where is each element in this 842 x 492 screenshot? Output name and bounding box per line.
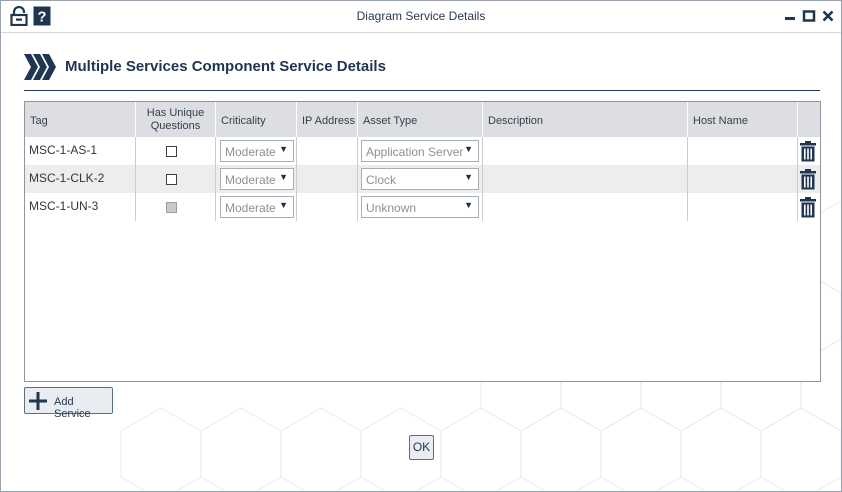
column-header-unique-line2: Questions: [150, 120, 201, 132]
maximize-icon[interactable]: [802, 9, 816, 23]
unique-questions-checkbox: [166, 202, 177, 213]
description-cell[interactable]: [484, 165, 688, 193]
trash-icon[interactable]: [799, 169, 817, 190]
dropdown-arrow-icon: ▼: [464, 172, 473, 182]
window-title: Diagram Service Details: [356, 9, 486, 23]
column-header-asset-type[interactable]: Asset Type: [358, 102, 483, 137]
column-header-tag[interactable]: Tag: [25, 102, 136, 137]
dropdown-arrow-icon: ▼: [279, 200, 288, 210]
column-header-host-name[interactable]: Host Name: [688, 102, 798, 137]
title-bar: ? Diagram Service Details: [1, 1, 841, 33]
asset-type-dropdown[interactable]: Application Server ▼: [361, 140, 479, 162]
chevrons-logo: [24, 54, 56, 80]
column-header-ip-address[interactable]: IP Address: [297, 102, 358, 137]
dropdown-arrow-icon: ▼: [464, 200, 473, 210]
asset-type-dropdown[interactable]: Clock ▼: [361, 168, 479, 190]
dialog-content: Multiple Services Component Service Deta…: [1, 32, 841, 491]
add-service-button[interactable]: Add Service: [24, 387, 113, 420]
table-row[interactable]: MSC-1-CLK-2 Moderate ▼ Clock ▼: [25, 165, 820, 193]
host-name-cell[interactable]: [689, 165, 798, 193]
unique-questions-checkbox[interactable]: [166, 174, 177, 185]
column-header-description[interactable]: Description: [483, 102, 688, 137]
dropdown-arrow-icon: ▼: [464, 144, 473, 154]
dropdown-arrow-icon: ▼: [279, 172, 288, 182]
table-row[interactable]: MSC-1-UN-3 Moderate ▼ Unknown ▼: [25, 193, 820, 221]
description-cell[interactable]: [484, 193, 688, 221]
column-separator: [296, 137, 297, 221]
tag-cell[interactable]: MSC-1-UN-3: [25, 193, 136, 221]
close-icon[interactable]: [821, 9, 835, 23]
description-cell[interactable]: [484, 137, 688, 165]
criticality-dropdown[interactable]: Moderate ▼: [220, 196, 294, 218]
column-separator: [482, 137, 483, 221]
dropdown-arrow-icon: ▼: [279, 144, 288, 154]
asset-type-dropdown[interactable]: Unknown ▼: [361, 196, 479, 218]
tag-cell[interactable]: MSC-1-CLK-2: [25, 165, 136, 193]
add-service-label: Add Service: [54, 396, 91, 420]
tag-cell[interactable]: MSC-1-AS-1: [25, 137, 136, 165]
ip-address-cell[interactable]: [298, 165, 358, 193]
ip-address-cell[interactable]: [298, 193, 358, 221]
criticality-dropdown[interactable]: Moderate ▼: [220, 168, 294, 190]
page-title: Multiple Services Component Service Deta…: [65, 58, 386, 75]
table-header: Tag Has Unique Questions Criticality IP A…: [25, 102, 820, 137]
dialog-window: ? Diagram Service Details Multiple Servi…: [0, 0, 842, 492]
host-name-cell[interactable]: [689, 137, 798, 165]
services-table: Tag Has Unique Questions Criticality IP A…: [24, 101, 821, 382]
column-header-actions: [798, 102, 820, 137]
column-header-unique-line1: Has Unique: [146, 107, 205, 119]
trash-icon[interactable]: [799, 141, 817, 162]
column-header-criticality[interactable]: Criticality: [216, 102, 297, 137]
minimize-icon[interactable]: [783, 9, 797, 23]
column-separator: [687, 137, 688, 221]
host-name-cell[interactable]: [689, 193, 798, 221]
header-divider: [24, 90, 820, 91]
unique-questions-checkbox[interactable]: [166, 146, 177, 157]
ip-address-cell[interactable]: [298, 137, 358, 165]
table-row[interactable]: MSC-1-AS-1 Moderate ▼ Application Server ▼: [25, 137, 820, 165]
column-header-unique-questions[interactable]: Has Unique Questions: [136, 102, 216, 137]
trash-icon[interactable]: [799, 197, 817, 218]
ok-button[interactable]: OK: [409, 435, 434, 460]
column-separator: [135, 137, 136, 221]
column-separator: [215, 137, 216, 221]
criticality-dropdown[interactable]: Moderate ▼: [220, 140, 294, 162]
column-separator: [357, 137, 358, 221]
plus-icon: [29, 392, 47, 410]
column-separator: [797, 137, 798, 221]
